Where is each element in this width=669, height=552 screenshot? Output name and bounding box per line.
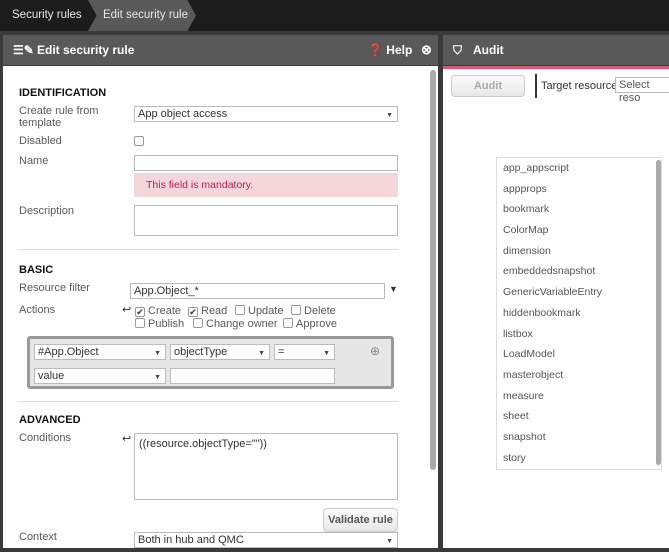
action-delete[interactable]: Delete xyxy=(291,305,336,317)
condition-operator-select[interactable]: = xyxy=(274,344,335,360)
scrollbar[interactable] xyxy=(656,160,661,465)
divider xyxy=(19,249,399,250)
resource-filter-dropdown-icon[interactable]: ▼ xyxy=(389,284,398,294)
disabled-checkbox[interactable] xyxy=(134,136,144,146)
breadcrumb-security-rules[interactable]: Security rules xyxy=(12,0,82,31)
editor-form: IDENTIFICATION Create rule from template… xyxy=(3,66,438,548)
action-create[interactable]: ✔ Create xyxy=(135,305,181,317)
conditions-label: Conditions xyxy=(19,432,71,444)
dropdown-option[interactable]: embeddedsnapshot xyxy=(497,261,661,282)
action-update[interactable]: Update xyxy=(235,305,283,317)
validate-rule-button[interactable]: Validate rule xyxy=(323,508,398,532)
dropdown-option[interactable]: measure xyxy=(497,386,661,407)
editor-header: ☰✎ Edit security rule ❓ Help ⊗ xyxy=(3,35,438,65)
description-label: Description xyxy=(19,205,75,217)
actions-label: Actions xyxy=(19,304,56,316)
top-bar: Security rules Edit security rule xyxy=(0,0,669,31)
audit-title: Audit xyxy=(473,43,504,57)
target-resource-select[interactable]: Select reso xyxy=(615,77,669,104)
action-approve[interactable]: Approve xyxy=(283,318,337,330)
action-change-owner[interactable]: Change owner xyxy=(193,318,278,330)
template-label: Create rule from template xyxy=(19,105,99,129)
condition-property-select[interactable]: objectType xyxy=(170,344,270,360)
add-condition-icon[interactable]: ⊕ xyxy=(370,344,380,358)
name-label: Name xyxy=(19,155,49,167)
dropdown-option[interactable]: sheet xyxy=(497,406,661,427)
target-resource-label: Target resource xyxy=(541,80,618,92)
target-resource-dropdown: app_appscript appprops bookmark ColorMap dim… xyxy=(496,157,662,470)
description-input[interactable] xyxy=(134,205,398,236)
shield-icon: ⛉ xyxy=(453,43,463,57)
name-error: This field is mandatory. xyxy=(134,173,398,197)
breadcrumb-edit-security-rule[interactable]: Edit security rule xyxy=(88,0,196,31)
dropdown-option[interactable]: app_appscript xyxy=(497,158,661,179)
help-button[interactable]: ❓ Help xyxy=(368,35,412,65)
condition-value-input[interactable] xyxy=(170,368,335,384)
dropdown-option[interactable]: bookmark xyxy=(497,199,661,220)
dropdown-option[interactable]: masterobject xyxy=(497,365,661,386)
dropdown-option[interactable]: dimension xyxy=(497,241,661,262)
audit-button[interactable]: Audit xyxy=(451,75,525,97)
section-advanced: ADVANCED xyxy=(19,414,81,426)
condition-value-type-select[interactable]: value xyxy=(34,368,166,384)
dropdown-option[interactable]: hiddenbookmark xyxy=(497,303,661,324)
undo-icon[interactable]: ↩ xyxy=(122,303,131,316)
dropdown-option[interactable]: story xyxy=(497,448,661,469)
dropdown-option[interactable]: GenericVariableEntry xyxy=(497,282,661,303)
resource-filter-input[interactable]: App.Object_* xyxy=(130,283,385,299)
scrollbar[interactable] xyxy=(430,70,436,470)
context-select[interactable]: Both in hub and QMC xyxy=(134,532,398,548)
audit-header: ⛉ Audit xyxy=(443,35,669,65)
template-select[interactable]: App object access xyxy=(134,106,398,122)
condition-builder: #App.Object objectType = ⊕ value xyxy=(27,336,394,389)
conditions-textarea[interactable]: ((resource.objectType="")) xyxy=(134,433,398,500)
undo-icon[interactable]: ↩ xyxy=(122,432,131,445)
section-identification: IDENTIFICATION xyxy=(19,87,107,99)
resource-filter-label: Resource filter xyxy=(19,282,90,294)
context-label: Context xyxy=(19,531,57,543)
divider xyxy=(19,401,399,402)
editor-title: Edit security rule xyxy=(37,43,135,57)
action-publish[interactable]: Publish xyxy=(135,318,184,330)
action-read[interactable]: ✔ Read xyxy=(188,305,227,317)
dropdown-option[interactable]: LoadModel xyxy=(497,344,661,365)
separator xyxy=(535,74,537,98)
dropdown-option[interactable]: ColorMap xyxy=(497,220,661,241)
name-input[interactable] xyxy=(134,155,398,171)
edit-list-icon: ☰✎ xyxy=(13,43,34,57)
section-basic: BASIC xyxy=(19,264,54,276)
disabled-label: Disabled xyxy=(19,135,62,147)
help-icon: ❓ xyxy=(368,43,383,57)
condition-resource-select[interactable]: #App.Object xyxy=(34,344,166,360)
dropdown-option[interactable]: listbox xyxy=(497,324,661,345)
dropdown-option[interactable]: appprops xyxy=(497,179,661,200)
dropdown-option[interactable]: snapshot xyxy=(497,427,661,448)
close-icon[interactable]: ⊗ xyxy=(421,35,432,65)
